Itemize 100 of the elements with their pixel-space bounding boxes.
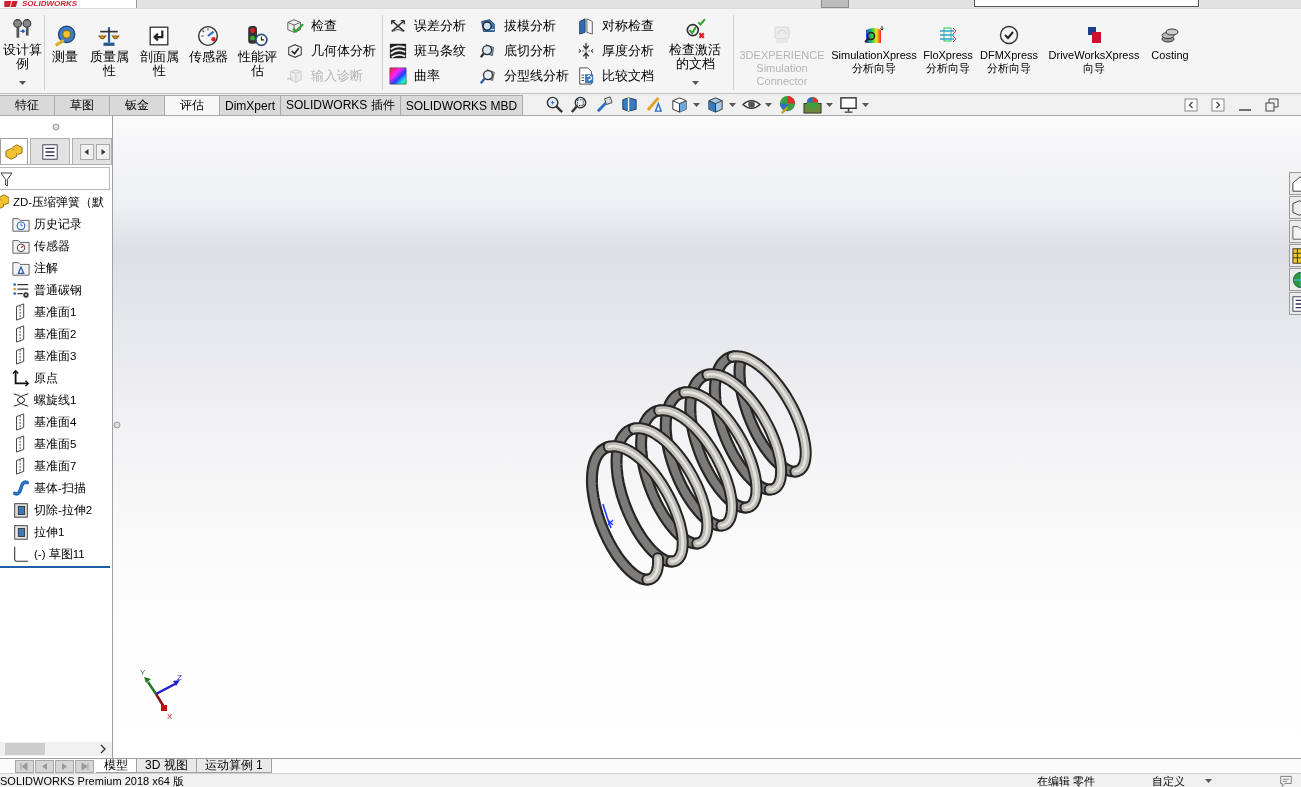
check-cross-icon bbox=[684, 18, 706, 40]
ribbon-button[interactable]: SimulationXpress 分析向导 bbox=[829, 15, 919, 90]
grid-icon bbox=[1292, 246, 1301, 265]
tree-item[interactable]: 基准面5 bbox=[0, 433, 112, 455]
ribbon-button[interactable]: 性能评估 bbox=[234, 15, 280, 90]
caret-icon[interactable] bbox=[18, 81, 26, 85]
panel-tab[interactable] bbox=[0, 138, 28, 164]
ribbon-button[interactable]: 厚度分析 bbox=[575, 38, 659, 63]
magnifier-icon bbox=[479, 66, 497, 85]
caret-icon[interactable] bbox=[693, 102, 701, 107]
ribbon-button[interactable]: 曲率 bbox=[387, 63, 471, 88]
caret-icon[interactable] bbox=[765, 102, 773, 107]
task-pane-tab[interactable] bbox=[1289, 292, 1301, 315]
ribbon-button[interactable]: 剖面属性 bbox=[136, 15, 182, 90]
restore-icon[interactable] bbox=[1265, 97, 1279, 112]
task-pane-tab[interactable] bbox=[1289, 196, 1301, 219]
tree-item[interactable]: ZD-压缩弹簧（默 bbox=[0, 191, 112, 213]
grip-icon[interactable] bbox=[113, 421, 121, 429]
shaded-cube-icon[interactable] bbox=[706, 95, 726, 114]
ribbon-button[interactable]: 斑马条纹 bbox=[387, 38, 471, 63]
next-window-icon[interactable] bbox=[1211, 97, 1225, 112]
ribbon-button[interactable]: 质量属性 bbox=[86, 15, 132, 90]
wand-icon[interactable] bbox=[595, 95, 615, 114]
command-tab[interactable]: DimXpert bbox=[220, 95, 281, 115]
helix-icon bbox=[12, 391, 30, 409]
tree-item[interactable]: 原点 bbox=[0, 367, 112, 389]
ribbon-button[interactable]: Costing bbox=[1147, 15, 1193, 90]
material-list-icon bbox=[12, 281, 30, 299]
ribbon-button[interactable]: 检查 bbox=[284, 13, 380, 38]
color-sphere-icon[interactable] bbox=[778, 95, 798, 114]
scrollbar-thumb[interactable] bbox=[5, 743, 45, 755]
color-plot-icon bbox=[864, 25, 884, 45]
cube-icon bbox=[286, 66, 304, 85]
panel-tab[interactable] bbox=[30, 138, 70, 164]
scene-icon[interactable] bbox=[803, 95, 823, 114]
cube-icon[interactable] bbox=[670, 95, 690, 114]
ribbon-button[interactable]: 误差分析 bbox=[387, 13, 471, 38]
ribbon-button[interactable]: 检查激活的文档 bbox=[665, 15, 725, 90]
filter-field[interactable] bbox=[0, 167, 110, 190]
document-tab[interactable]: 3D 视图 bbox=[137, 759, 197, 773]
previous-window-icon[interactable] bbox=[1184, 97, 1198, 112]
tree-item[interactable]: (-) 草图11 bbox=[0, 543, 112, 565]
ribbon-button[interactable]: 测量 bbox=[48, 15, 82, 90]
command-tab[interactable]: 评估 bbox=[165, 95, 220, 115]
ribbon-button[interactable]: 传感器 bbox=[186, 15, 230, 90]
tree-item[interactable]: 基准面7 bbox=[0, 455, 112, 477]
tree-item[interactable]: 基准面2 bbox=[0, 323, 112, 345]
tree-item[interactable]: 切除-拉伸2 bbox=[0, 499, 112, 521]
part-icon bbox=[0, 193, 9, 211]
ribbon-button[interactable]: 对称检查 bbox=[575, 13, 659, 38]
command-tab[interactable]: SOLIDWORKS MBD bbox=[400, 95, 524, 115]
coins-icon bbox=[1160, 25, 1180, 45]
tree-item[interactable]: 基体-扫描 bbox=[0, 477, 112, 499]
tree-item[interactable]: 拉伸1 bbox=[0, 521, 112, 543]
tape-measure-icon bbox=[54, 25, 76, 47]
search-field[interactable] bbox=[974, 0, 1199, 7]
command-tab[interactable]: 钣金 bbox=[110, 95, 165, 115]
section-cube-icon[interactable] bbox=[620, 95, 640, 114]
grip-icon[interactable] bbox=[52, 123, 60, 131]
flow-lines-icon bbox=[938, 25, 958, 45]
task-pane-tab[interactable] bbox=[1289, 244, 1301, 267]
list-icon bbox=[41, 142, 59, 161]
zoom-icon[interactable] bbox=[545, 95, 565, 114]
ribbon-button[interactable]: 分型线分析 bbox=[477, 63, 569, 88]
tree-item[interactable]: 基准面4 bbox=[0, 411, 112, 433]
scroll-left-icon[interactable] bbox=[80, 144, 94, 160]
ribbon-button[interactable]: FloXpress 分析向导 bbox=[922, 15, 974, 90]
tree-item[interactable]: 基准面1 bbox=[0, 301, 112, 323]
units-dropdown[interactable]: 自定义 bbox=[1152, 774, 1212, 787]
ribbon-button[interactable]: 拔模分析 bbox=[477, 13, 569, 38]
annotation-icon[interactable] bbox=[645, 95, 665, 114]
scroll-right-icon[interactable] bbox=[96, 144, 110, 160]
tree-item[interactable]: 螺旋线1 bbox=[0, 389, 112, 411]
ribbon-button[interactable]: DriveWorksXpress 向导 bbox=[1044, 15, 1144, 90]
ribbon-button[interactable]: DFMXpress 分析向导 bbox=[977, 15, 1041, 90]
caret-icon[interactable] bbox=[729, 102, 737, 107]
tree-item[interactable]: 传感器 bbox=[0, 235, 112, 257]
chat-bubble-icon[interactable] bbox=[1280, 774, 1292, 787]
caret-icon[interactable] bbox=[691, 81, 699, 85]
chevron-right-icon[interactable] bbox=[98, 743, 108, 755]
command-tab[interactable]: 草图 bbox=[55, 95, 110, 115]
tree-item[interactable]: 基准面3 bbox=[0, 345, 112, 367]
caret-icon[interactable] bbox=[826, 102, 834, 107]
ribbon-button[interactable]: 比较文档 bbox=[575, 63, 659, 88]
monitor-icon[interactable] bbox=[839, 95, 859, 114]
ribbon-button[interactable]: 设计算例 bbox=[0, 15, 44, 90]
tree-item[interactable]: 注解 bbox=[0, 257, 112, 279]
command-tab[interactable]: 特征 bbox=[0, 95, 55, 115]
tree-item[interactable]: 历史记录 bbox=[0, 213, 112, 235]
tree-item[interactable]: 普通碳钢 bbox=[0, 279, 112, 301]
caret-icon[interactable] bbox=[862, 102, 870, 107]
document-tab[interactable]: 模型 bbox=[96, 759, 137, 773]
ribbon-button[interactable]: 底切分析 bbox=[477, 38, 569, 63]
ribbon-button[interactable]: 几何体分析 bbox=[284, 38, 380, 63]
skip-left-icon[interactable] bbox=[15, 759, 34, 773]
extrude-icon bbox=[12, 523, 30, 541]
document-tab[interactable]: 运动算例 1 bbox=[196, 759, 272, 773]
app-logo: SOLIDWORKS bbox=[22, 0, 78, 8]
scrollbar-track[interactable] bbox=[0, 742, 112, 756]
command-tab[interactable]: SOLIDWORKS 插件 bbox=[281, 95, 401, 115]
